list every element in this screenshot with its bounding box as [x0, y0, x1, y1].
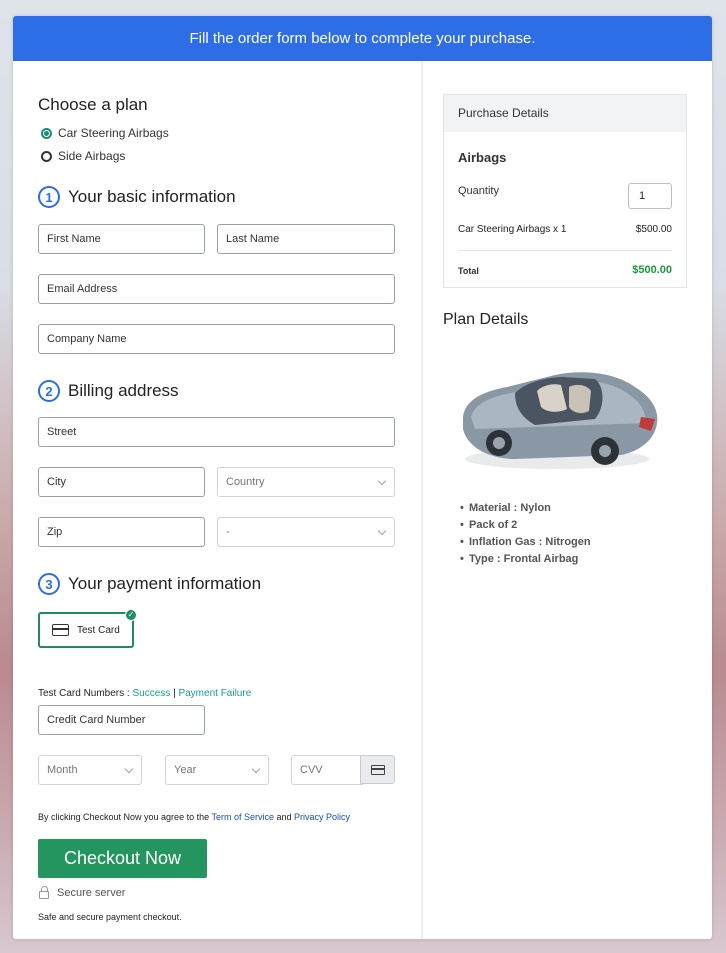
test-card-option[interactable]: Test Card ✓ — [38, 609, 137, 648]
feature-item: Type : Frontal Airbag — [460, 553, 578, 565]
order-form-container: Fill the order form below to complete yo… — [13, 16, 712, 939]
link-separator: | — [173, 688, 176, 699]
step-number-2: 2 — [38, 380, 60, 402]
plan-option-label: Side Airbags — [58, 149, 126, 163]
purchase-details-box: Purchase Details Airbags Quantity 1 Car … — [443, 94, 687, 288]
terms-of-service-link[interactable]: Term of Service — [211, 812, 274, 822]
plan-option-car-steering[interactable]: Car Steering Airbags — [41, 126, 169, 140]
secure-server-label: Secure server — [57, 887, 126, 899]
page-banner: Fill the order form below to complete yo… — [13, 16, 712, 61]
check-icon: ✓ — [125, 609, 137, 621]
basic-info-heading: 1 Your basic information — [38, 186, 236, 208]
order-form: Choose a plan Car Steering Airbags Side … — [13, 61, 421, 939]
privacy-policy-link[interactable]: Privacy Policy — [294, 812, 350, 822]
state-select[interactable]: - — [217, 517, 395, 547]
chevron-down-icon — [377, 526, 387, 536]
chevron-down-icon — [251, 764, 261, 774]
company-field[interactable]: Company Name — [38, 324, 395, 354]
billing-heading: 2 Billing address — [38, 380, 179, 402]
quantity-input[interactable]: 1 — [628, 183, 672, 209]
cvv-card-button[interactable] — [360, 755, 395, 784]
section-title: Your payment information — [68, 574, 262, 593]
section-title: Billing address — [68, 381, 179, 400]
test-card-prefix: Test Card Numbers : — [38, 688, 130, 699]
quantity-label: Quantity — [458, 185, 499, 197]
plan-details-heading: Plan Details — [443, 311, 529, 328]
last-name-field[interactable]: Last Name — [217, 224, 395, 254]
payment-failure-link[interactable]: Payment Failure — [178, 688, 251, 699]
chevron-down-icon — [377, 476, 387, 486]
terms-prefix: By clicking Checkout Now you agree to th… — [38, 812, 210, 822]
chevron-down-icon — [124, 764, 134, 774]
first-name-field[interactable]: First Name — [38, 224, 205, 254]
terms-notice: By clicking Checkout Now you agree to th… — [38, 812, 350, 822]
radio-selected-icon[interactable] — [41, 127, 52, 139]
card-icon — [371, 765, 385, 775]
choose-plan-heading: Choose a plan — [38, 95, 148, 114]
card-number-field[interactable]: Credit Card Number — [38, 705, 205, 735]
step-number-1: 1 — [38, 186, 60, 208]
feature-item: Pack of 2 — [460, 519, 517, 531]
year-select-value: Year — [174, 764, 197, 776]
country-select-value: Country — [226, 476, 265, 488]
feature-item: Material : Nylon — [460, 502, 551, 514]
order-summary: Purchase Details Airbags Quantity 1 Car … — [423, 61, 712, 939]
plan-option-label: Car Steering Airbags — [58, 126, 169, 140]
lock-icon — [39, 886, 49, 899]
month-select[interactable]: Month — [38, 755, 142, 785]
test-card-numbers: Test Card Numbers : Success | Payment Fa… — [38, 688, 251, 699]
checkout-now-button[interactable]: Checkout Now — [38, 839, 207, 878]
plan-option-side[interactable]: Side Airbags — [41, 149, 125, 163]
line-item-price: $500.00 — [635, 224, 672, 235]
step-number-3: 3 — [38, 573, 60, 595]
terms-and: and — [276, 812, 292, 822]
total-amount: $500.00 — [632, 264, 672, 276]
test-card-label: Test Card — [77, 624, 120, 636]
product-title: Airbags — [458, 150, 507, 165]
cvv-field[interactable]: CVV — [291, 755, 363, 785]
safe-checkout-note: Safe and secure payment checkout. — [38, 912, 182, 922]
year-select[interactable]: Year — [165, 755, 269, 785]
month-select-value: Month — [47, 764, 78, 776]
credit-card-icon — [52, 624, 69, 636]
secure-server-note: Secure server — [39, 886, 126, 899]
email-field[interactable]: Email Address — [38, 274, 395, 304]
city-field[interactable]: City — [38, 467, 205, 497]
zip-field[interactable]: Zip — [38, 517, 205, 547]
line-item-name: Car Steering Airbags x 1 — [458, 224, 567, 235]
total-label: Total — [458, 266, 479, 276]
street-field[interactable]: Street — [38, 417, 395, 447]
feature-item: Inflation Gas : Nitrogen — [460, 536, 591, 548]
purchase-details-heading: Purchase Details — [444, 95, 686, 132]
state-select-value: - — [226, 526, 230, 538]
payment-heading: 3 Your payment information — [38, 573, 261, 595]
summary-divider — [458, 250, 672, 251]
car-image — [463, 372, 658, 469]
radio-icon[interactable] — [41, 150, 52, 162]
success-link[interactable]: Success — [132, 688, 170, 699]
section-title: Your basic information — [68, 187, 236, 206]
country-select[interactable]: Country — [217, 467, 395, 497]
